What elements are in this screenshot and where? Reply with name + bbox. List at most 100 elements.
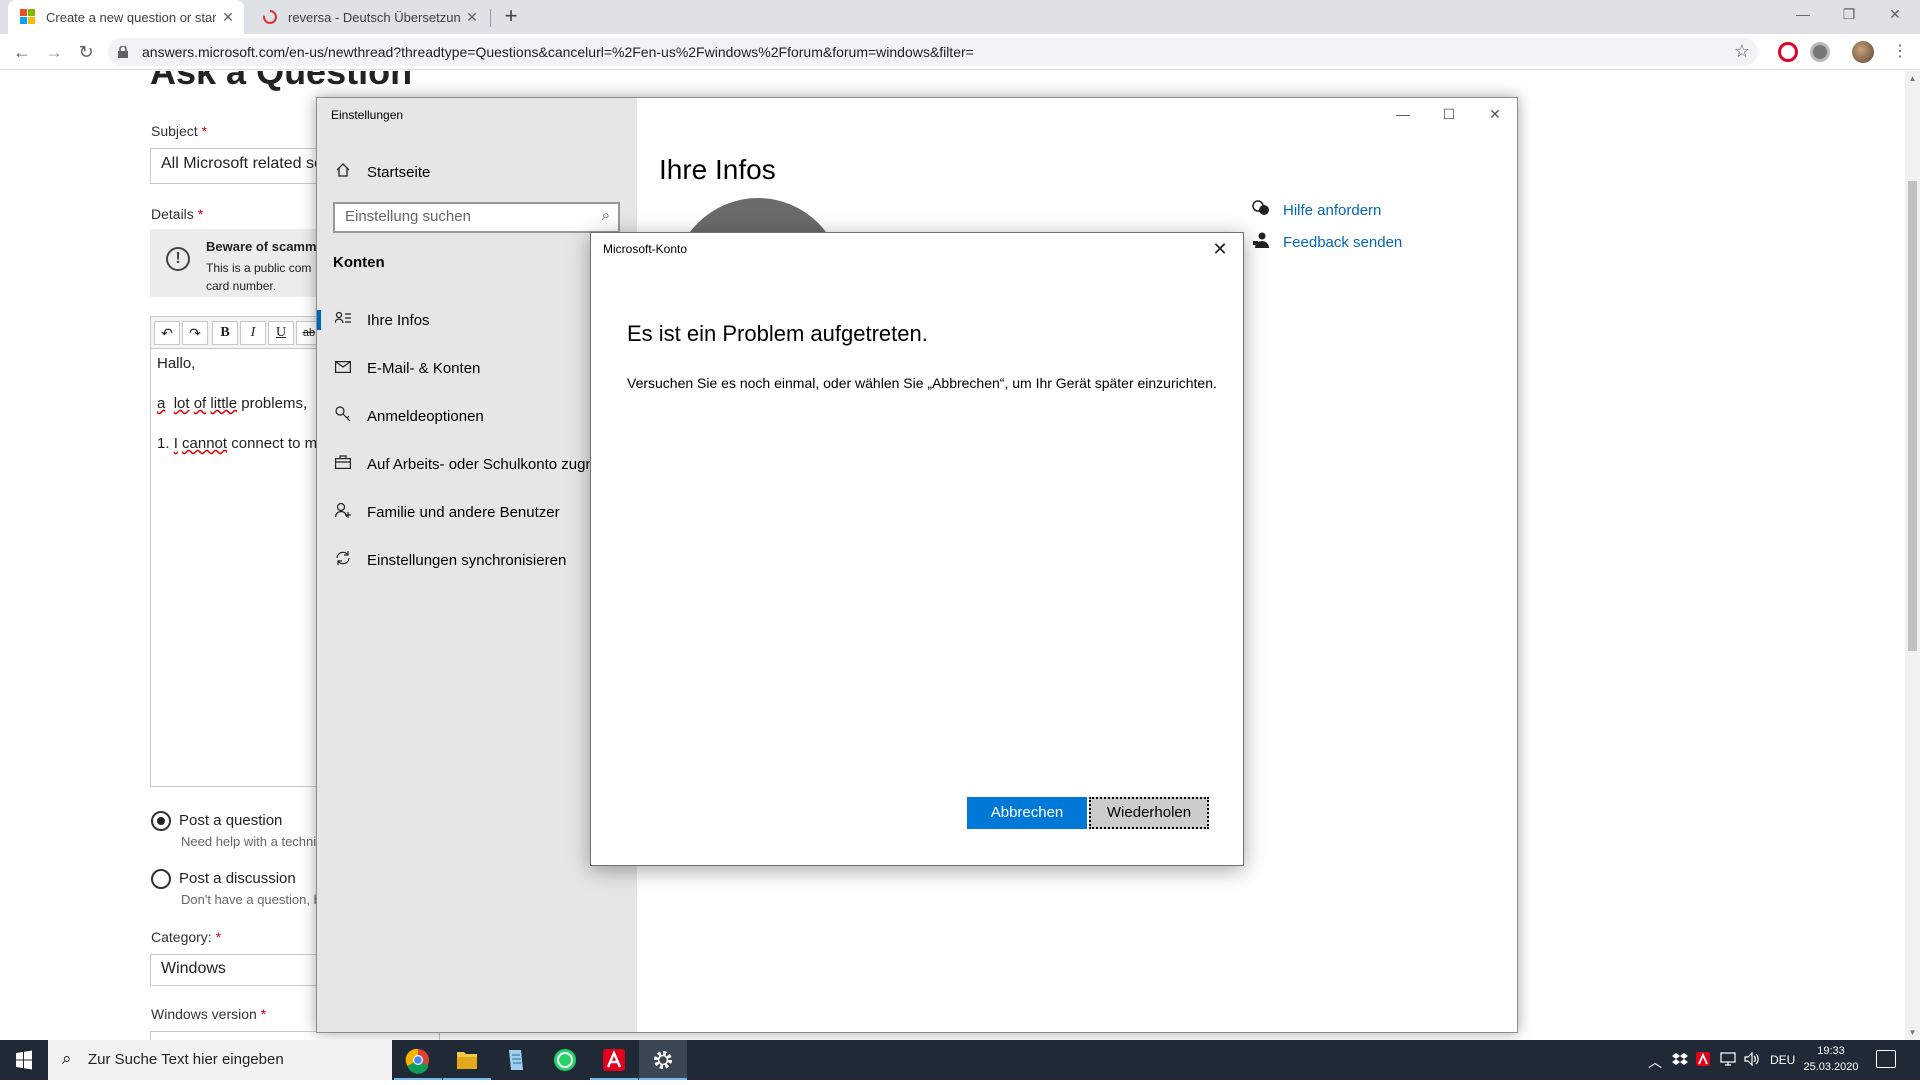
nav-item-your-info[interactable]: Ihre Infos bbox=[317, 300, 637, 340]
browser-tab-active[interactable]: Create a new question or start a ✕ bbox=[8, 0, 244, 34]
tab-close-icon[interactable]: ✕ bbox=[460, 9, 484, 26]
mail-icon bbox=[333, 360, 353, 377]
settings-search-input[interactable]: Einstellung suchen ⌕ bbox=[333, 202, 620, 233]
underline-button[interactable]: U bbox=[268, 321, 294, 345]
details-label: Details * bbox=[151, 206, 204, 222]
microsoft-account-dialog: Microsoft-Konto ✕ Es ist ein Problem auf… bbox=[590, 232, 1244, 866]
nav-item-email-accounts[interactable]: E-Mail- & Konten bbox=[317, 348, 637, 388]
nav-label: Ihre Infos bbox=[367, 311, 430, 329]
home-nav-item[interactable]: Startseite bbox=[333, 162, 430, 183]
volume-icon[interactable] bbox=[1744, 1051, 1760, 1069]
category-label: Category: * bbox=[151, 929, 222, 945]
settings-window-title: Einstellungen bbox=[331, 108, 404, 122]
sync-icon bbox=[333, 550, 353, 570]
reload-icon[interactable]: ↻ bbox=[72, 38, 100, 66]
network-icon[interactable] bbox=[1720, 1052, 1736, 1069]
nav-label: E-Mail- & Konten bbox=[367, 359, 481, 377]
taskbar-settings[interactable] bbox=[639, 1040, 687, 1080]
nav-item-sync-settings[interactable]: Einstellungen synchronisieren bbox=[317, 540, 637, 580]
editor-line-2: a lot of little problems, bbox=[157, 395, 308, 412]
opera-extension-icon[interactable] bbox=[1778, 42, 1798, 62]
nav-label: Anmeldeoptionen bbox=[367, 407, 484, 425]
scroll-up-icon[interactable]: ▲ bbox=[1908, 74, 1917, 83]
tab-separator bbox=[490, 9, 491, 27]
notepad-icon bbox=[509, 1050, 523, 1070]
search-placeholder: Einstellung suchen bbox=[345, 208, 471, 225]
cancel-button[interactable]: Abbrechen bbox=[967, 797, 1087, 829]
editor-toolbar: ↶ ↷ B I U ab bbox=[150, 316, 330, 349]
tab-title: reversa - Deutsch Übersetzung - bbox=[288, 9, 460, 25]
browser-toolbar: ← → ↻ answers.microsoft.com/en-us/newthr… bbox=[0, 34, 1920, 70]
dialog-message: Versuchen Sie es noch einmal, oder wähle… bbox=[627, 375, 1217, 391]
taskbar-notepad[interactable] bbox=[492, 1040, 540, 1080]
profile-avatar[interactable] bbox=[1852, 41, 1874, 63]
warning-text: This is a public com card number. bbox=[206, 261, 312, 293]
send-feedback-link[interactable]: Feedback senden bbox=[1251, 232, 1402, 252]
action-center-notification-icon[interactable] bbox=[1876, 1050, 1896, 1068]
browser-tab-reversa[interactable]: reversa - Deutsch Übersetzung - ✕ bbox=[250, 0, 488, 34]
taskbar-search-placeholder: Zur Suche Text hier eingeben bbox=[88, 1051, 284, 1068]
undo-button[interactable]: ↶ bbox=[154, 321, 180, 345]
briefcase-icon bbox=[333, 455, 353, 473]
post-discussion-radio[interactable] bbox=[151, 869, 171, 889]
tab-close-icon[interactable]: ✕ bbox=[216, 9, 240, 26]
person-card-icon bbox=[333, 311, 353, 329]
bookmark-star-icon[interactable]: ☆ bbox=[1734, 41, 1750, 62]
menu-dots-icon[interactable]: ⋮ bbox=[1886, 38, 1914, 66]
post-question-description: Need help with a techni bbox=[181, 834, 317, 849]
editor-line-1: Hallo, bbox=[157, 355, 196, 372]
scam-warning-box: ! Beware of scamme This is a public com … bbox=[150, 229, 330, 297]
taskbar-whatsapp[interactable] bbox=[541, 1040, 589, 1080]
address-bar[interactable]: answers.microsoft.com/en-us/newthread?th… bbox=[108, 38, 1758, 66]
restore-button[interactable]: ❐ bbox=[1826, 0, 1872, 30]
show-hidden-icons-chevron-icon[interactable]: ︿ bbox=[1648, 1052, 1662, 1072]
add-person-icon bbox=[333, 502, 353, 522]
microsoft-logo-icon bbox=[20, 9, 36, 25]
nav-label: Familie und andere Benutzer bbox=[367, 503, 560, 521]
minimize-button[interactable]: — bbox=[1780, 0, 1826, 30]
help-chat-icon bbox=[1251, 200, 1271, 220]
retry-button[interactable]: Wiederholen bbox=[1089, 797, 1209, 829]
details-editor[interactable]: Hallo, a lot of little problems, 1. I ca… bbox=[150, 349, 330, 787]
system-clock[interactable]: 19:33 25.03.2020 bbox=[1796, 1043, 1866, 1075]
scrollbar-thumb[interactable] bbox=[1908, 181, 1917, 651]
post-discussion-description: Don't have a question, b bbox=[181, 892, 321, 907]
taskbar-avira[interactable] bbox=[590, 1040, 638, 1080]
dropbox-icon[interactable] bbox=[1672, 1052, 1688, 1069]
settings-maximize-button[interactable]: ☐ bbox=[1426, 100, 1472, 128]
input-language-indicator[interactable]: DEU bbox=[1770, 1053, 1795, 1067]
category-select[interactable]: Windows bbox=[150, 954, 330, 986]
dialog-title: Microsoft-Konto bbox=[603, 242, 688, 256]
post-discussion-label: Post a discussion bbox=[179, 870, 296, 887]
scroll-down-icon[interactable]: ▼ bbox=[1908, 1028, 1917, 1037]
taskbar-chrome[interactable] bbox=[394, 1040, 442, 1080]
settings-close-button[interactable]: ✕ bbox=[1472, 100, 1518, 128]
send-feedback-label: Feedback senden bbox=[1283, 233, 1403, 251]
italic-button[interactable]: I bbox=[240, 321, 266, 345]
clock-date: 25.03.2020 bbox=[1803, 1061, 1859, 1073]
taskbar-file-explorer[interactable] bbox=[443, 1040, 491, 1080]
dialog-close-icon[interactable]: ✕ bbox=[1207, 237, 1233, 261]
subject-field[interactable]: All Microsoft related se bbox=[150, 148, 330, 184]
back-arrow-icon[interactable]: ← bbox=[8, 38, 36, 66]
start-button[interactable] bbox=[0, 1040, 48, 1080]
subject-label: Subject * bbox=[151, 123, 208, 139]
page-scrollbar[interactable]: ▲ ▼ bbox=[1905, 71, 1920, 1040]
bold-button[interactable]: B bbox=[212, 321, 238, 345]
nav-item-family-users[interactable]: Familie und andere Benutzer bbox=[317, 492, 637, 532]
nav-item-work-school[interactable]: Auf Arbeits- oder Schulkonto zugr bbox=[317, 444, 637, 484]
avira-tray-icon[interactable] bbox=[1696, 1052, 1710, 1069]
new-tab-button[interactable]: + bbox=[498, 4, 524, 30]
forward-arrow-icon[interactable]: → bbox=[40, 38, 68, 66]
redo-button[interactable]: ↷ bbox=[182, 321, 208, 345]
post-question-radio[interactable] bbox=[151, 811, 171, 831]
get-help-link[interactable]: Hilfe anfordern bbox=[1251, 200, 1381, 220]
reverso-favicon-icon bbox=[262, 9, 278, 25]
extension-icon[interactable] bbox=[1810, 42, 1830, 62]
settings-minimize-button[interactable]: — bbox=[1380, 100, 1426, 128]
taskbar-search-box[interactable]: ⌕ Zur Suche Text hier eingeben bbox=[48, 1040, 392, 1080]
close-button[interactable]: ✕ bbox=[1872, 0, 1918, 30]
tab-title: Create a new question or start a bbox=[46, 9, 216, 25]
avira-icon bbox=[603, 1049, 625, 1071]
nav-item-sign-in-options[interactable]: Anmeldeoptionen bbox=[317, 396, 637, 436]
